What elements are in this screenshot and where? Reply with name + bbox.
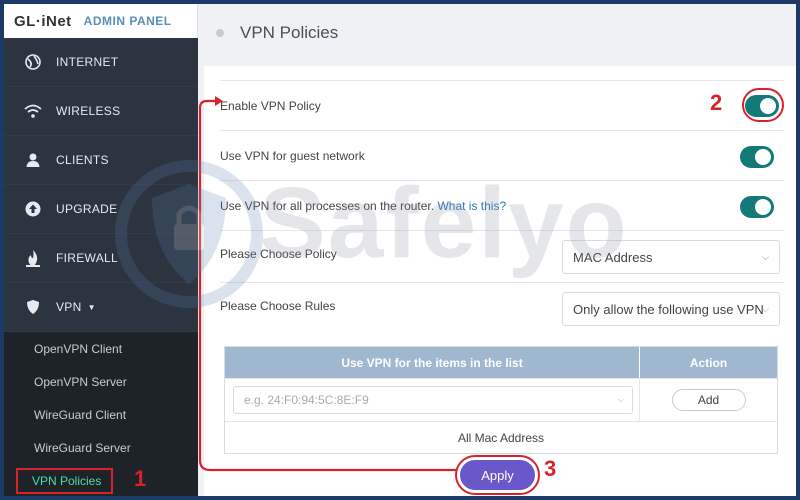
apply-button[interactable]: Apply xyxy=(460,460,535,490)
step-number-3: 3 xyxy=(544,456,557,481)
step-number-1: 1 xyxy=(134,466,147,491)
step-number-2: 2 xyxy=(710,90,723,115)
app-window: GL·iNet ADMIN PANEL INTERNET WIRELESS CL… xyxy=(4,4,796,496)
annotation-arrow xyxy=(198,96,456,472)
